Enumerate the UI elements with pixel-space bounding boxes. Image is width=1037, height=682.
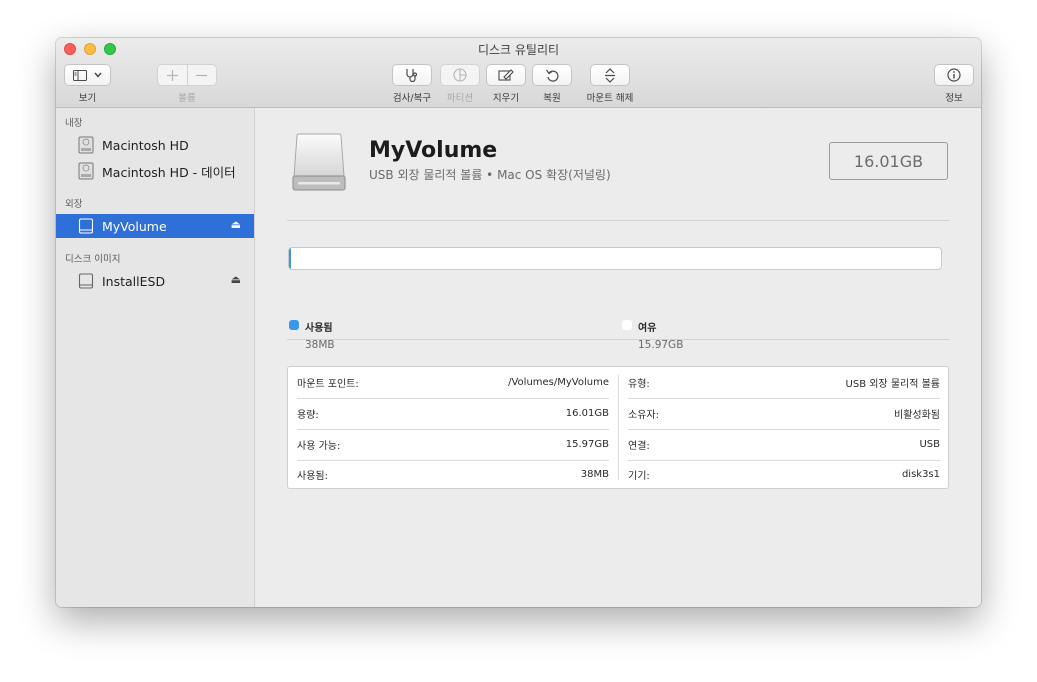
sidebar-view-icon xyxy=(73,69,87,81)
info-label: 유형: xyxy=(628,379,650,390)
info-label: 연결: xyxy=(628,441,650,452)
restore-arrow-icon xyxy=(545,68,559,82)
sidebar-item-label: Macintosh HD xyxy=(102,137,189,153)
info-row: 소유자: 비활성화됨 xyxy=(628,398,940,430)
sidebar-section-internal: 내장 xyxy=(65,118,83,129)
volume-size-box: 16.01GB xyxy=(829,142,948,180)
sidebar-section-disk-images: 디스크 이미지 xyxy=(65,254,121,265)
free-legend-value: 15.97GB xyxy=(638,339,684,351)
eject-icon[interactable]: ⏏ xyxy=(231,218,241,231)
info-row: 연결: USB xyxy=(628,429,940,461)
info-row: 사용 가능: 15.97GB xyxy=(297,429,609,461)
erase-icon xyxy=(498,68,514,82)
restore-label: 복원 xyxy=(543,93,561,104)
chevron-down-icon xyxy=(94,72,102,78)
info-value: /Volumes/MyVolume xyxy=(508,377,609,388)
disk-image-icon xyxy=(78,272,94,290)
info-label: 마운트 포인트: xyxy=(297,379,359,390)
sidebar-item-label: InstallESD xyxy=(102,273,166,289)
info-row: 유형: USB 외장 물리적 볼륨 xyxy=(628,367,940,399)
view-button[interactable] xyxy=(64,64,111,86)
info-row: 기기: disk3s1 xyxy=(628,459,940,490)
used-legend-value: 38MB xyxy=(305,339,335,351)
volume-add-remove-control[interactable] xyxy=(157,64,217,86)
used-legend-swatch xyxy=(289,320,299,330)
free-legend-swatch xyxy=(622,320,632,330)
info-label: 용량: xyxy=(297,410,319,421)
sidebar-item-label: MyVolume xyxy=(102,218,167,234)
info-row: 마운트 포인트: /Volumes/MyVolume xyxy=(297,367,609,399)
info-value: disk3s1 xyxy=(901,469,940,480)
sidebar-item-label: Macintosh HD - 데이터 xyxy=(102,164,236,180)
info-column-left: 마운트 포인트: /Volumes/MyVolume 용량: 16.01GB 사… xyxy=(288,367,618,488)
minus-icon[interactable] xyxy=(188,70,217,81)
eject-icon[interactable]: ⏏ xyxy=(231,273,241,286)
erase-label: 지우기 xyxy=(492,93,520,104)
info-label: 정보 xyxy=(945,93,963,104)
sidebar-item-installesd[interactable]: InstallESD ⏏ xyxy=(56,269,254,293)
window-title: 디스크 유틸리티 xyxy=(477,43,560,57)
volume-info-table: 마운트 포인트: /Volumes/MyVolume 용량: 16.01GB 사… xyxy=(287,366,949,489)
view-label: 보기 xyxy=(78,93,97,104)
partition-label: 파티션 xyxy=(446,93,474,104)
info-label: 사용됨: xyxy=(297,471,328,482)
info-icon xyxy=(947,68,961,82)
unmount-icon xyxy=(604,67,616,83)
plus-icon[interactable] xyxy=(158,69,187,81)
sidebar-section-external: 외장 xyxy=(65,199,83,210)
restore-button[interactable] xyxy=(532,64,572,86)
info-column-right: 유형: USB 외장 물리적 볼륨 소유자: 비활성화됨 연결: USB 기기:… xyxy=(619,367,949,488)
info-value: USB 외장 물리적 볼륨 xyxy=(845,379,940,390)
divider xyxy=(287,339,949,340)
info-label: 사용 가능: xyxy=(297,441,341,452)
first-aid-label: 검사/복구 xyxy=(392,93,432,104)
free-legend-label: 여유 xyxy=(638,323,657,334)
first-aid-button[interactable] xyxy=(392,64,432,86)
main-content: MyVolume USB 외장 물리적 볼륨 • Mac OS 확장(저널링) … xyxy=(255,108,981,607)
sidebar: 내장 Macintosh HD Macintosh HD - 데이터 외장 My… xyxy=(56,108,255,607)
internal-disk-icon xyxy=(78,136,94,154)
partition-button[interactable] xyxy=(440,64,480,86)
sidebar-item-myvolume[interactable]: MyVolume ⏏ xyxy=(56,214,254,238)
external-disk-icon xyxy=(78,217,94,235)
titlebar-toolbar: 디스크 유틸리티 보기 볼륨 검사/복구 파티션 지우기 복원 마운트 해제 정… xyxy=(56,38,981,108)
used-legend-label: 사용됨 xyxy=(305,323,333,334)
volume-label: 볼륨 xyxy=(178,93,196,104)
info-row: 사용됨: 38MB xyxy=(297,459,609,490)
usage-bar-used-fill xyxy=(289,248,291,269)
info-button[interactable] xyxy=(934,64,974,86)
usage-bar xyxy=(288,247,942,270)
sidebar-item-macintosh-hd[interactable]: Macintosh HD xyxy=(56,133,254,157)
sidebar-item-macintosh-hd-data[interactable]: Macintosh HD - 데이터 xyxy=(56,159,254,183)
external-drive-icon xyxy=(291,132,347,198)
info-value: 16.01GB xyxy=(565,408,609,419)
info-value: 38MB xyxy=(580,469,609,480)
disk-utility-window: 디스크 유틸리티 보기 볼륨 검사/복구 파티션 지우기 복원 마운트 해제 정… xyxy=(56,38,981,607)
info-value: 15.97GB xyxy=(565,439,609,450)
volume-name: MyVolume xyxy=(369,138,498,163)
partition-pie-icon xyxy=(453,68,467,82)
info-value: 비활성화됨 xyxy=(894,410,940,421)
info-label: 소유자: xyxy=(628,410,659,421)
internal-disk-icon xyxy=(78,162,94,180)
unmount-button[interactable] xyxy=(590,64,630,86)
volume-description: USB 외장 물리적 볼륨 • Mac OS 확장(저널링) xyxy=(369,168,611,182)
erase-button[interactable] xyxy=(486,64,526,86)
info-label: 기기: xyxy=(628,471,650,482)
stethoscope-icon xyxy=(404,68,420,82)
unmount-label: 마운트 해제 xyxy=(586,93,634,104)
info-row: 용량: 16.01GB xyxy=(297,398,609,430)
divider xyxy=(287,220,949,221)
info-value: USB xyxy=(919,439,940,450)
